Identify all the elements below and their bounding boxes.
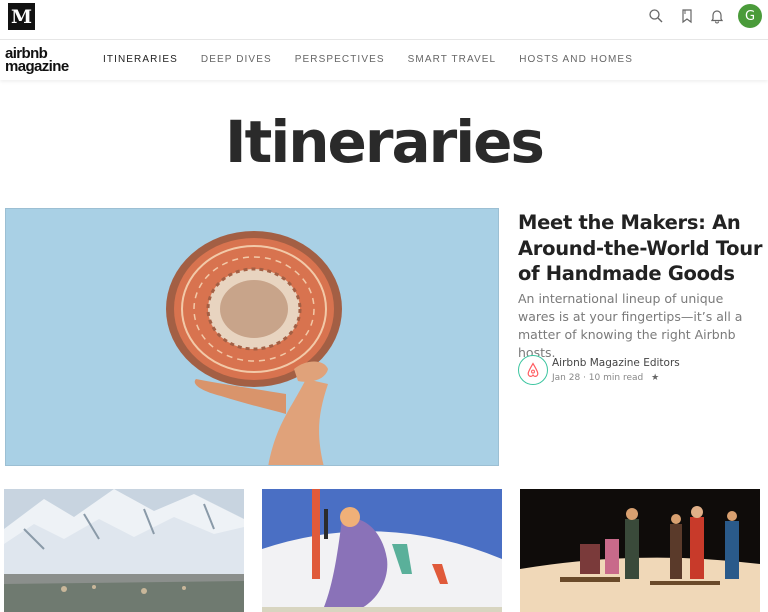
hero-subtitle[interactable]: An international lineup of unique wares … [518, 290, 763, 362]
star-icon: ★ [651, 373, 660, 383]
article-card-1[interactable] [4, 489, 244, 612]
bell-icon[interactable] [708, 7, 726, 25]
medium-logo[interactable]: M [8, 3, 35, 30]
nav-item-hosts-and-homes[interactable]: HOSTS AND HOMES [519, 54, 633, 65]
logo-line-2: magazine [5, 58, 69, 75]
hero-image[interactable] [5, 208, 499, 466]
skier-illustration-image [262, 489, 502, 612]
publication-nav: airbnb magazine ITINERARIES DEEP DIVES P… [0, 40, 768, 80]
nav-item-smart-travel[interactable]: SMART TRAVEL [408, 54, 497, 65]
airbnb-magazine-logo[interactable]: airbnb magazine [5, 46, 77, 75]
airbnb-logo-icon[interactable] [518, 355, 548, 385]
search-icon[interactable] [647, 7, 665, 25]
nav-item-deep-dives[interactable]: DEEP DIVES [201, 54, 272, 65]
article-card-3[interactable] [520, 489, 760, 612]
night-sledding-image [520, 489, 760, 612]
hero-article-text: Meet the Makers: An Around-the-World Tou… [518, 210, 763, 362]
bookmark-icon[interactable] [678, 7, 696, 25]
nav-item-itineraries[interactable]: ITINERARIES [103, 54, 178, 65]
article-card-2[interactable] [262, 489, 502, 612]
plate-in-hand-illustration [6, 209, 498, 465]
author-name[interactable]: Airbnb Magazine Editors [552, 357, 680, 369]
article-date: Jan 28 [552, 373, 581, 383]
nav-item-perspectives[interactable]: PERSPECTIVES [295, 54, 385, 65]
snowy-mountain-image [4, 489, 244, 612]
article-read-time: 10 min read [588, 373, 644, 383]
page-title: Itineraries [225, 108, 545, 176]
nav-links: ITINERARIES DEEP DIVES PERSPECTIVES SMAR… [103, 54, 656, 65]
top-bar: M G [0, 0, 768, 40]
user-avatar[interactable]: G [738, 4, 762, 28]
hero-headline[interactable]: Meet the Makers: An Around-the-World Tou… [518, 210, 763, 287]
author-byline: Airbnb Magazine Editors Jan 28 · 10 min … [518, 355, 763, 389]
article-meta: Jan 28 · 10 min read ★ [552, 373, 659, 383]
